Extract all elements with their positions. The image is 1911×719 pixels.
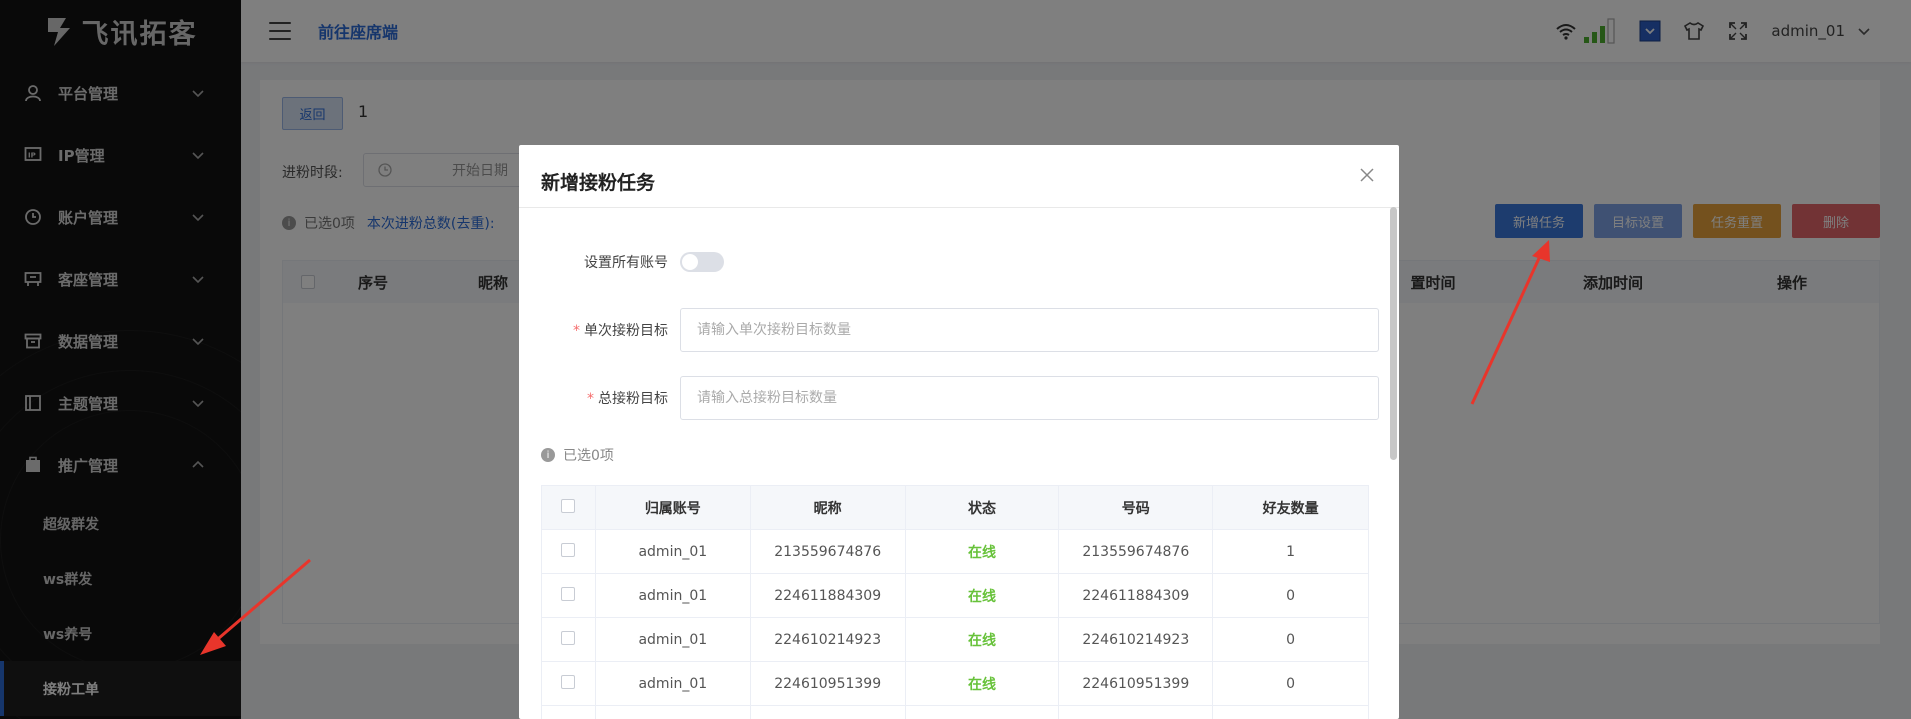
cell-friends: 0: [1212, 573, 1369, 618]
close-icon[interactable]: [1359, 167, 1375, 183]
row-checkbox[interactable]: [561, 630, 576, 645]
set-all-label: 设置所有账号: [584, 255, 668, 271]
cell-status: 在线: [904, 529, 1060, 574]
cell-friends: 0: [1212, 617, 1369, 662]
dialog-title: 新增接粉任务: [541, 172, 656, 194]
select-all-cell: [541, 485, 596, 530]
dialog-scrollbar[interactable]: [1390, 207, 1397, 460]
add-task-dialog: 新增接粉任务 设置所有账号 *单次接粉目标 *总接粉目标 i 已选0项 归属账号…: [519, 145, 1399, 719]
table-row[interactable]: admin_01 224610214923 在线 224610214923 0: [541, 617, 1369, 662]
cell-status: [904, 705, 1060, 719]
account-table: 归属账号 昵称 状态 号码 好友数量 admin_01 213559674876…: [541, 485, 1369, 719]
single-target-label: * 单次接粉目标: [573, 323, 668, 339]
col-friends: 好友数量: [1212, 485, 1369, 530]
cell-number: 224611884309: [1058, 573, 1214, 618]
table-row[interactable]: [541, 705, 1369, 719]
cell-nickname: 224610951399: [749, 661, 906, 706]
total-target-label: * 总接粉目标: [587, 391, 668, 407]
single-target-row: * 单次接粉目标: [541, 308, 1379, 352]
row-checkbox-cell: [541, 705, 596, 719]
cell-nickname: 224610214923: [749, 617, 906, 662]
dialog-divider: [519, 207, 1399, 208]
row-checkbox-cell: [541, 661, 596, 706]
dialog-selected-count: 已选0项: [563, 448, 614, 464]
col-status: 状态: [904, 485, 1060, 530]
cell-number: 224610951399: [1058, 661, 1214, 706]
cell-number: 224610214923: [1058, 617, 1214, 662]
cell-status: 在线: [904, 617, 1060, 662]
cell-owner: admin_01: [594, 573, 751, 618]
cell-status: 在线: [904, 573, 1060, 618]
row-checkbox[interactable]: [561, 674, 576, 689]
cell-nickname: 213559674876: [749, 529, 906, 574]
table-row[interactable]: admin_01 224611884309 在线 224611884309 0: [541, 573, 1369, 618]
account-table-header: 归属账号 昵称 状态 号码 好友数量: [541, 485, 1369, 530]
row-checkbox[interactable]: [561, 586, 576, 601]
cell-friends: 1: [1212, 529, 1369, 574]
cell-owner: admin_01: [594, 661, 751, 706]
info-icon: i: [541, 448, 555, 462]
col-number: 号码: [1058, 485, 1214, 530]
row-checkbox-cell: [541, 617, 596, 662]
table-row[interactable]: admin_01 213559674876 在线 213559674876 1: [541, 529, 1369, 574]
col-nickname: 昵称: [749, 485, 906, 530]
col-owner: 归属账号: [594, 485, 751, 530]
cell-status: 在线: [904, 661, 1060, 706]
cell-number: [1058, 705, 1214, 719]
cell-number: 213559674876: [1058, 529, 1214, 574]
cell-nickname: 224611884309: [749, 573, 906, 618]
total-target-row: * 总接粉目标: [541, 376, 1379, 420]
row-checkbox-cell: [541, 573, 596, 618]
cell-friends: 0: [1212, 661, 1369, 706]
set-all-toggle[interactable]: [680, 252, 724, 272]
total-target-input[interactable]: [680, 376, 1379, 420]
cell-owner: [594, 705, 751, 719]
cell-nickname: [749, 705, 906, 719]
row-checkbox[interactable]: [561, 542, 576, 557]
cell-friends: [1212, 705, 1369, 719]
cell-owner: admin_01: [594, 617, 751, 662]
row-checkbox-cell: [541, 529, 596, 574]
dialog-selection-summary: i 已选0项: [541, 445, 614, 465]
set-all-row: 设置所有账号: [541, 252, 724, 272]
select-all-checkbox[interactable]: [561, 498, 576, 513]
table-row[interactable]: admin_01 224610951399 在线 224610951399 0: [541, 661, 1369, 706]
single-target-input[interactable]: [680, 308, 1379, 352]
cell-owner: admin_01: [594, 529, 751, 574]
